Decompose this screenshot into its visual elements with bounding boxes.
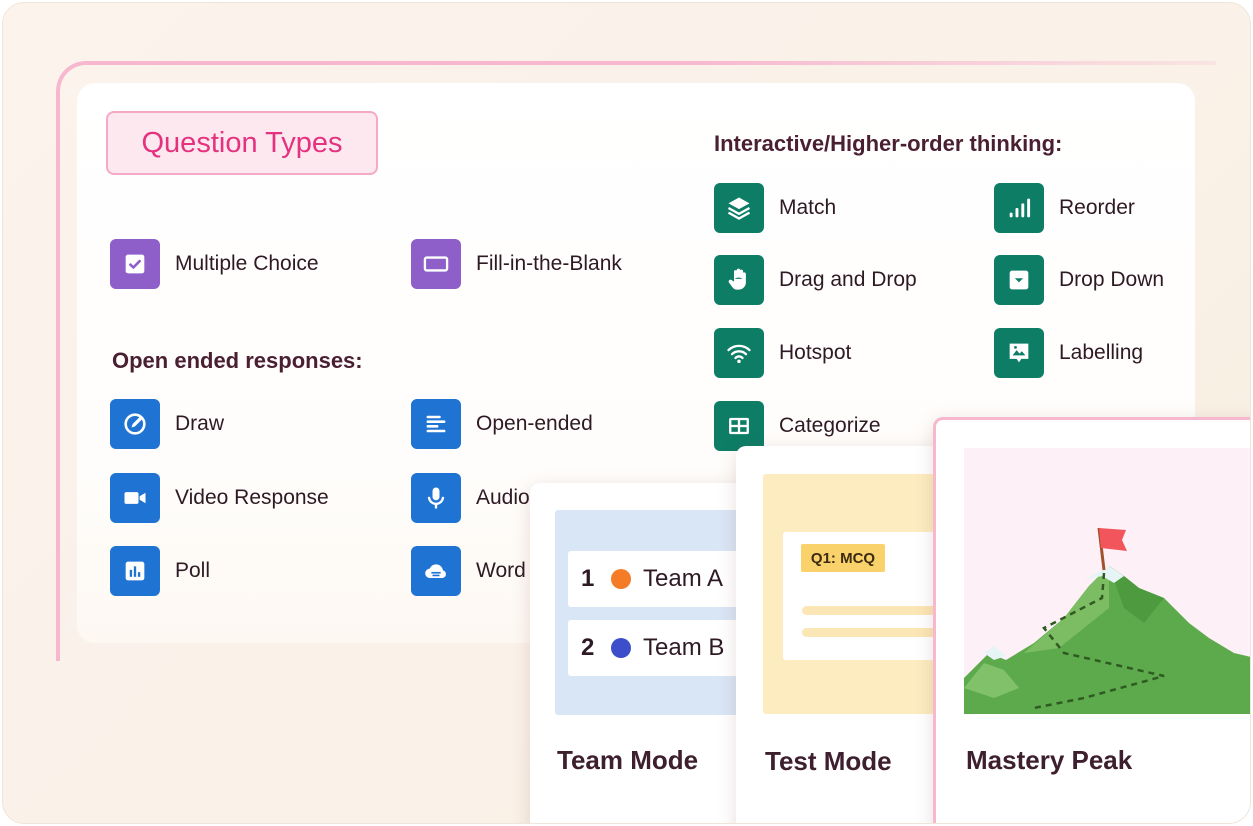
page-background: Question Types Multiple Choice Fill-in-t… — [2, 2, 1251, 824]
text-lines-icon — [411, 399, 461, 449]
item-match[interactable]: Match — [714, 183, 836, 233]
item-audio[interactable]: Audio — [411, 473, 530, 523]
item-label: Categorize — [779, 414, 881, 437]
item-hotspot[interactable]: Hotspot — [714, 328, 851, 378]
item-label: Drag and Drop — [779, 268, 917, 291]
item-poll[interactable]: Poll — [110, 546, 210, 596]
title-text: Question Types — [141, 126, 343, 159]
image-label-icon — [994, 328, 1044, 378]
item-label: Poll — [175, 559, 211, 582]
team-name: Team A — [643, 565, 724, 592]
table-icon — [714, 401, 764, 451]
item-label: Reorder — [1059, 196, 1135, 219]
item-label: Drop Down — [1059, 268, 1165, 291]
dropdown-icon — [994, 255, 1044, 305]
item-reorder[interactable]: Reorder — [994, 183, 1135, 233]
item-draw[interactable]: Draw — [110, 399, 224, 449]
signal-bars-icon — [994, 183, 1044, 233]
question-types-title: Question Types — [106, 111, 378, 175]
item-label: Hotspot — [779, 341, 852, 364]
test-mode-title: Test Mode — [765, 746, 892, 776]
item-drag-and-drop[interactable]: Drag and Drop — [714, 255, 917, 305]
mountain-illustration — [964, 448, 1250, 714]
item-label: Fill-in-the-Blank — [476, 252, 622, 275]
layers-icon — [714, 183, 764, 233]
hand-icon — [714, 255, 764, 305]
team-mode-title: Team Mode — [557, 745, 699, 775]
team-rank: 1 — [581, 565, 595, 592]
bar-chart-icon — [110, 546, 160, 596]
interactive-heading: Interactive/Higher-order thinking: — [714, 131, 1063, 156]
cloud-icon — [411, 546, 461, 596]
video-camera-icon — [110, 473, 160, 523]
microphone-icon — [411, 473, 461, 523]
checkbox-icon — [110, 239, 160, 289]
team-color-dot — [611, 569, 631, 589]
team-rank: 2 — [581, 634, 595, 661]
pen-icon — [110, 399, 160, 449]
item-fill-in-the-blank[interactable]: Fill-in-the-Blank — [411, 239, 622, 289]
team-color-dot — [611, 638, 631, 658]
item-video-response[interactable]: Video Response — [110, 473, 329, 523]
open-ended-heading: Open ended responses: — [112, 348, 363, 373]
team-name: Team B — [643, 634, 725, 661]
blank-box-icon — [411, 239, 461, 289]
item-word-cloud[interactable]: Word — [411, 546, 526, 596]
item-label: Video Response — [175, 486, 329, 509]
question-tag: Q1: MCQ — [801, 544, 885, 572]
mastery-peak-card[interactable]: Mastery Peak — [933, 417, 1250, 823]
item-label: Word — [476, 559, 526, 582]
item-label: Audio — [476, 486, 530, 509]
team-illustration-bg — [555, 510, 755, 715]
team-row: 2 Team B — [568, 620, 758, 676]
item-labelling[interactable]: Labelling — [994, 328, 1143, 378]
wifi-icon — [714, 328, 764, 378]
item-multiple-choice[interactable]: Multiple Choice — [110, 239, 319, 289]
item-label: Open-ended — [476, 412, 593, 435]
item-open-ended[interactable]: Open-ended — [411, 399, 593, 449]
item-label: Multiple Choice — [175, 252, 319, 275]
mastery-peak-title: Mastery Peak — [966, 745, 1133, 775]
team-row: 1 Team A — [568, 551, 758, 607]
item-categorize[interactable]: Categorize — [714, 401, 881, 451]
item-label: Labelling — [1059, 341, 1144, 364]
item-label: Match — [779, 196, 837, 219]
item-label: Draw — [175, 412, 225, 435]
item-drop-down[interactable]: Drop Down — [994, 255, 1164, 305]
